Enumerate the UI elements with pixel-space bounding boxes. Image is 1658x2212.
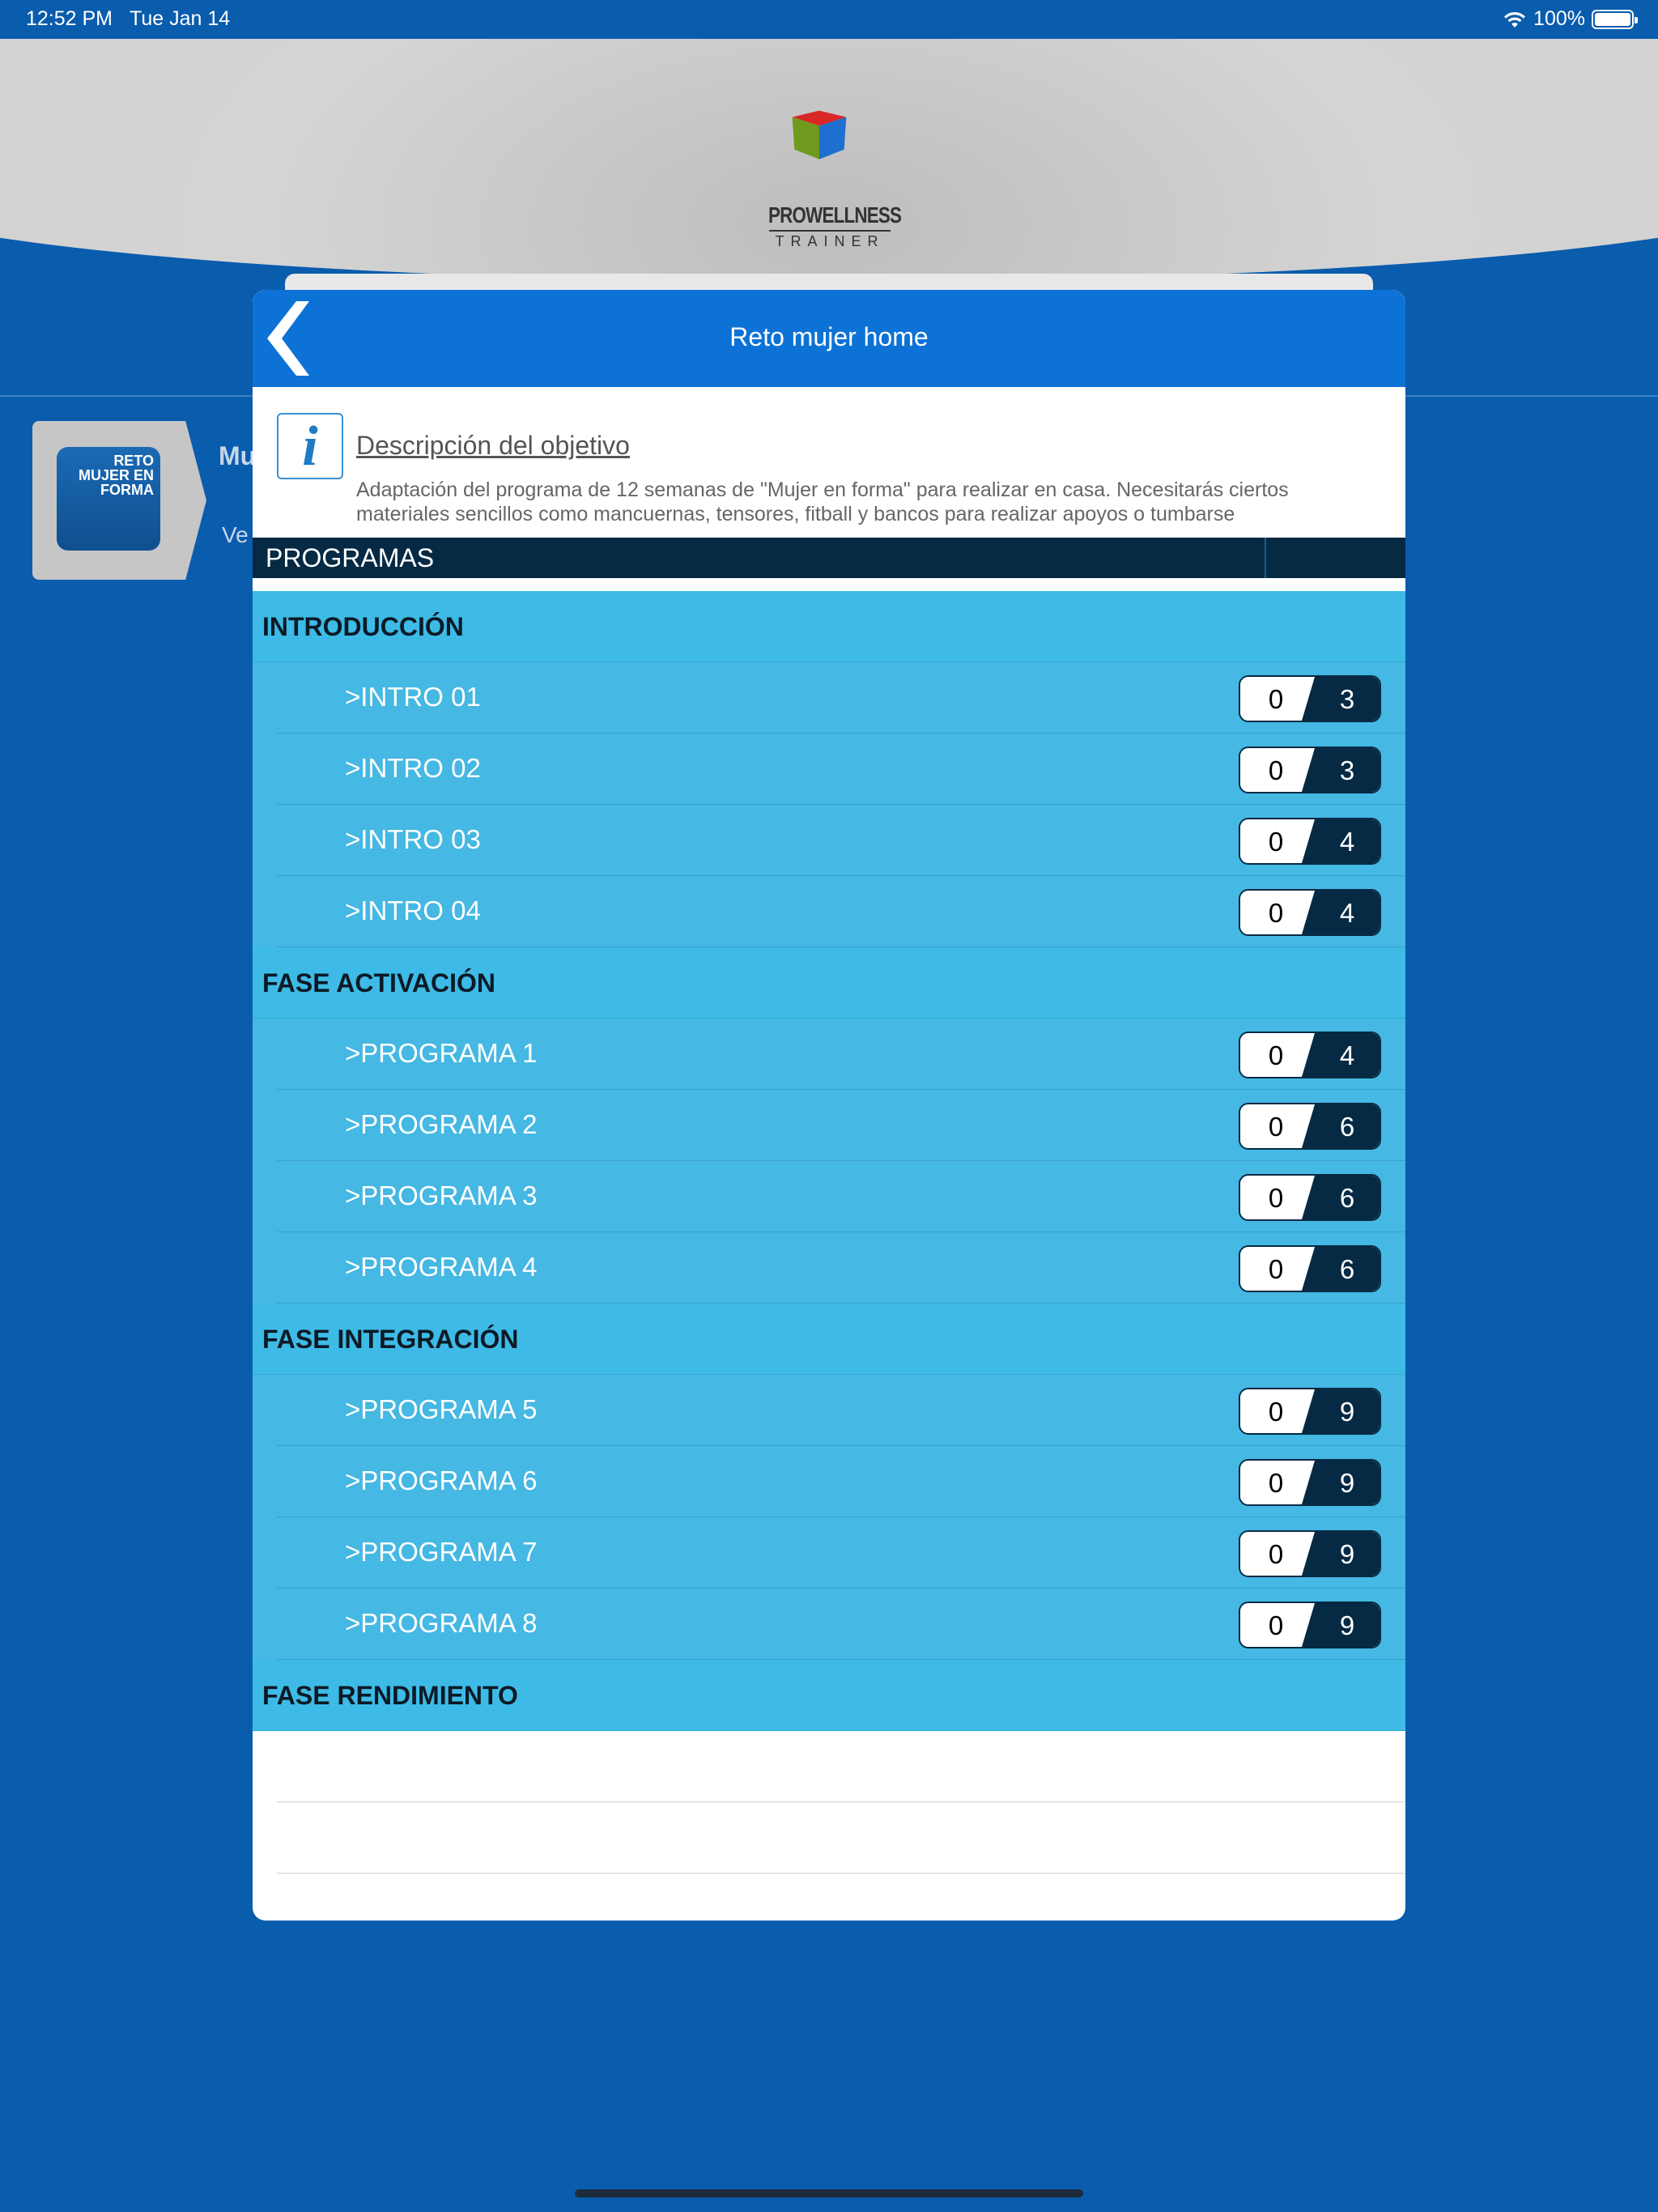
program-row[interactable]: >PROGRAMA 709 <box>253 1517 1405 1589</box>
completed-count: 0 <box>1268 755 1284 785</box>
completed-count: 0 <box>1268 684 1284 714</box>
completed-count: 0 <box>1268 1183 1284 1213</box>
program-row[interactable]: >PROGRAMA 809 <box>253 1589 1405 1660</box>
program-row[interactable]: >INTRO 02 0 3 <box>253 734 1405 805</box>
progress-counter: 09 <box>1239 1602 1381 1648</box>
program-row[interactable]: >PROGRAMA 306 <box>253 1161 1405 1232</box>
program-row[interactable]: >PROGRAMA 509 <box>253 1375 1405 1446</box>
program-row[interactable]: >PROGRAMA 104 <box>253 1019 1405 1090</box>
total-count: 6 <box>1339 1112 1355 1142</box>
total-count: 9 <box>1339 1397 1355 1427</box>
program-label: >INTRO 03 <box>345 824 481 854</box>
progress-counter: 09 <box>1239 1388 1381 1435</box>
wifi-icon <box>1504 11 1526 28</box>
program-row[interactable]: >INTRO 04 0 4 <box>253 876 1405 947</box>
program-label: >INTRO 02 <box>345 753 481 783</box>
program-row[interactable]: >PROGRAMA 406 <box>253 1232 1405 1304</box>
progress-counter: 06 <box>1239 1174 1381 1221</box>
program-modal: Reto mujer home i Descripción del objeti… <box>253 290 1405 1921</box>
prowellness-cube-logo-icon <box>792 110 847 160</box>
completed-count: 0 <box>1268 898 1284 928</box>
status-date: Tue Jan 14 <box>130 7 231 30</box>
progress-counter: 09 <box>1239 1530 1381 1577</box>
program-label: >PROGRAMA 1 <box>345 1038 538 1068</box>
total-count: 4 <box>1339 1040 1355 1070</box>
status-right: 100% <box>1503 7 1638 31</box>
objective-description-link[interactable]: Descripción del objetivo <box>356 431 630 461</box>
section-header: INTRODUCCIÓN <box>253 591 1405 662</box>
objective-description-text: Adaptación del programa de 12 semanas de… <box>356 479 1289 525</box>
status-time: 12:52 PM <box>26 7 113 30</box>
progress-counter: 04 <box>1239 1032 1381 1078</box>
section-header: FASE RENDIMIENTO <box>253 1660 1405 1731</box>
modal-title: Reto mujer home <box>729 322 929 351</box>
progress-counter: 06 <box>1239 1103 1381 1150</box>
empty-row <box>253 1802 1405 1874</box>
program-label: >PROGRAMA 6 <box>345 1465 538 1495</box>
completed-count: 0 <box>1268 1397 1284 1427</box>
brand-name: PROWELLNESS <box>768 202 902 228</box>
program-row[interactable]: >PROGRAMA 206 <box>253 1090 1405 1161</box>
modal-header: Reto mujer home <box>253 290 1405 387</box>
total-count: 4 <box>1339 898 1355 928</box>
progress-counter: 03 <box>1239 747 1381 793</box>
programs-label: PROGRAMAS <box>266 543 435 572</box>
total-count: 9 <box>1339 1610 1355 1640</box>
program-label: >INTRO 01 <box>345 682 481 712</box>
background-item-thumbnail: RETO MUJER EN FORMA <box>57 447 160 551</box>
battery-percent: 100% <box>1533 7 1585 30</box>
completed-count: 0 <box>1268 827 1284 857</box>
home-indicator <box>575 2189 1083 2197</box>
background-item-subtitle: Ve <box>222 522 249 547</box>
completed-count: 0 <box>1268 1610 1284 1640</box>
progress-counter: 03 <box>1239 675 1381 722</box>
program-label: >INTRO 04 <box>345 895 481 925</box>
objective-info: i Descripción del objetivo Adaptación de… <box>253 387 1405 538</box>
progress-counter: 04 <box>1239 889 1381 936</box>
brand-subname: TRAINER <box>769 230 891 250</box>
completed-count: 0 <box>1268 1539 1284 1569</box>
program-row[interactable]: >PROGRAMA 609 <box>253 1446 1405 1517</box>
brand-logo-text: PROWELLNESS TRAINER <box>753 202 907 250</box>
info-icon[interactable]: i <box>277 413 343 479</box>
program-list: INTRODUCCIÓN >INTRO 01 0 3 >INTRO 02 0 3 >INTRO… <box>253 591 1405 1731</box>
program-label: >PROGRAMA 3 <box>345 1180 538 1210</box>
section-header: FASE ACTIVACIÓN <box>253 947 1405 1019</box>
completed-count: 0 <box>1268 1112 1284 1142</box>
program-label: >PROGRAMA 2 <box>345 1109 538 1139</box>
programs-bar: PROGRAMAS <box>253 538 1405 578</box>
program-label: >PROGRAMA 8 <box>345 1608 538 1638</box>
battery-icon <box>1592 9 1638 29</box>
program-row[interactable]: >INTRO 01 0 3 <box>253 662 1405 734</box>
program-row[interactable]: >INTRO 03 0 4 <box>253 805 1405 876</box>
completed-count: 0 <box>1268 1468 1284 1498</box>
total-count: 9 <box>1339 1539 1355 1569</box>
progress-counter: 06 <box>1239 1245 1381 1292</box>
total-count: 4 <box>1339 827 1355 857</box>
program-label: >PROGRAMA 5 <box>345 1394 538 1424</box>
completed-count: 0 <box>1268 1040 1284 1070</box>
program-label: >PROGRAMA 7 <box>345 1537 538 1567</box>
progress-counter: 04 <box>1239 818 1381 865</box>
empty-row <box>253 1731 1405 1802</box>
total-count: 6 <box>1339 1254 1355 1284</box>
program-label: >PROGRAMA 4 <box>345 1252 538 1282</box>
total-count: 9 <box>1339 1468 1355 1498</box>
progress-counter: 09 <box>1239 1459 1381 1506</box>
total-count: 3 <box>1339 755 1355 785</box>
completed-count: 0 <box>1268 1254 1284 1284</box>
section-header: FASE INTEGRACIÓN <box>253 1304 1405 1375</box>
status-bar: 12:52 PM Tue Jan 14 100% <box>0 0 1658 39</box>
total-count: 6 <box>1339 1183 1355 1213</box>
total-count: 3 <box>1339 684 1355 714</box>
background-item-title: Mu <box>219 441 257 470</box>
